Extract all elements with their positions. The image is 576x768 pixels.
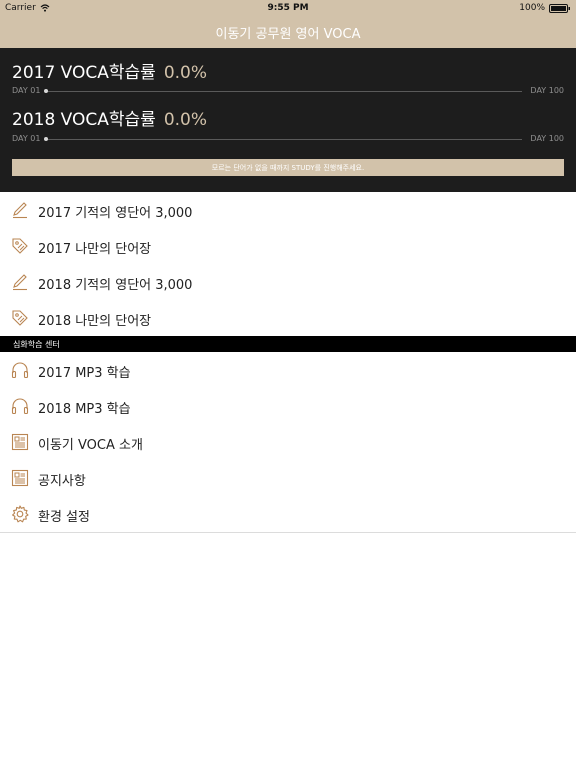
progress-2017-title: 2017 VOCA학습률 0.0% bbox=[12, 58, 207, 83]
menu-item-notice[interactable]: 공지사항 bbox=[0, 460, 576, 497]
progress-2018-slider-thumb bbox=[44, 137, 48, 141]
progress-2017-label: 2017 VOCA학습률 bbox=[12, 63, 156, 83]
status-bar: Carrier 9:55 PM 100% bbox=[0, 0, 576, 16]
menu-item-label: 2017 MP3 학습 bbox=[38, 366, 131, 381]
menu-item-label: 공지사항 bbox=[38, 474, 86, 489]
progress-2018-start-label: DAY 01 bbox=[12, 134, 41, 143]
pencil-icon bbox=[13, 202, 27, 219]
battery-icon bbox=[549, 3, 570, 13]
progress-2017-track bbox=[46, 91, 522, 92]
tag-icon bbox=[12, 238, 28, 254]
progress-2017-slider-thumb bbox=[44, 89, 48, 93]
menu-item-label: 이동기 VOCA 소개 bbox=[38, 438, 143, 453]
nav-bar: 이동기 공무원 영어 VOCA bbox=[0, 16, 576, 48]
document-icon bbox=[11, 469, 29, 487]
menu-item-settings[interactable]: 환경 설정 bbox=[0, 496, 576, 533]
menu-item-2018-vocab[interactable]: 2018 기적의 영단어 3,000 bbox=[0, 264, 576, 301]
menu-item-2018-mp3[interactable]: 2018 MP3 학습 bbox=[0, 388, 576, 425]
pencil-icon bbox=[13, 274, 27, 291]
progress-2017-start-label: DAY 01 bbox=[12, 86, 41, 95]
menu-item-label: 환경 설정 bbox=[38, 510, 90, 525]
gear-icon bbox=[12, 505, 29, 523]
menu-item-about[interactable]: 이동기 VOCA 소개 bbox=[0, 424, 576, 461]
progress-2017-percent: 0.0% bbox=[163, 63, 208, 83]
battery-percent: 100% bbox=[519, 3, 545, 13]
status-time: 9:55 PM bbox=[267, 3, 309, 13]
menu-item-2017-my-wordbook[interactable]: 2017 나만의 단어장 bbox=[0, 228, 576, 265]
document-icon bbox=[11, 433, 29, 451]
progress-2018-track bbox=[46, 139, 522, 140]
menu-item-label: 2018 MP3 학습 bbox=[38, 402, 131, 417]
menu-item-label: 2017 나만의 단어장 bbox=[38, 242, 152, 257]
progress-2018-end-label: DAY 100 bbox=[530, 134, 564, 143]
progress-2018-percent: 0.0% bbox=[163, 110, 208, 130]
progress-panel: 2017 VOCA학습률 0.0% DAY 01 DAY 100 2018 VOC… bbox=[0, 48, 576, 192]
menu-item-label: 2018 나만의 단어장 bbox=[38, 314, 152, 329]
headphones-icon bbox=[11, 362, 29, 379]
menu-item-2017-mp3[interactable]: 2017 MP3 학습 bbox=[0, 352, 576, 389]
menu-item-label: 2018 기적의 영단어 3,000 bbox=[38, 278, 193, 293]
section-header: 심화학습 센터 bbox=[0, 336, 576, 352]
menu-item-label: 2017 기적의 영단어 3,000 bbox=[38, 206, 193, 221]
tag-icon bbox=[12, 310, 28, 326]
study-button[interactable]: 모르는 단어가 없을 때까지 STUDY를 진행해주세요. bbox=[12, 159, 564, 176]
menu-item-2018-my-wordbook[interactable]: 2018 나만의 단어장 bbox=[0, 300, 576, 336]
menu-item-2017-vocab[interactable]: 2017 기적의 영단어 3,000 bbox=[0, 192, 576, 229]
battery-info: 100% bbox=[519, 3, 571, 13]
nav-title: 이동기 공무원 영어 VOCA bbox=[215, 26, 361, 42]
progress-2018-title: 2018 VOCA학습률 0.0% bbox=[12, 105, 207, 130]
progress-2017-end-label: DAY 100 bbox=[530, 86, 564, 95]
progress-2018-label: 2018 VOCA학습률 bbox=[12, 110, 156, 130]
headphones-icon bbox=[11, 398, 29, 415]
